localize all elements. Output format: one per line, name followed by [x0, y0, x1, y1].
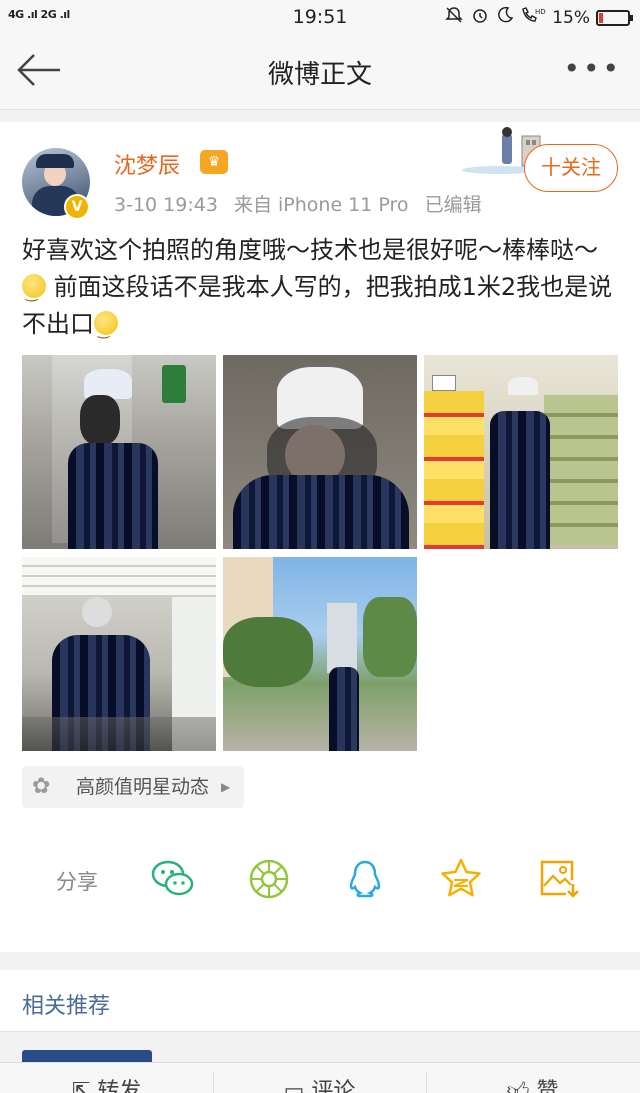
comment-button[interactable]: ▭ 评论 [213, 1073, 426, 1093]
save-image-button[interactable] [536, 856, 582, 902]
related-title: 相关推荐 [22, 994, 111, 1019]
smile-emoji-icon [22, 274, 46, 313]
smile-emoji-icon [94, 311, 118, 350]
post-photo-2[interactable] [223, 355, 417, 549]
share-qq-button[interactable] [342, 856, 388, 902]
mute-bell-icon [444, 5, 464, 30]
post-text-part1: 好喜欢这个拍照的角度哦～技术也是很好呢～棒棒哒～ [22, 236, 598, 264]
post-text: 好喜欢这个拍照的角度哦～技术也是很好呢～棒棒哒～ 前面这段话不是我本人写的，把我… [22, 232, 620, 350]
moon-icon [496, 6, 514, 29]
vip-crown-icon: ♛ [200, 150, 228, 174]
share-moments-button[interactable] [246, 856, 292, 902]
post-card: V 沈梦辰 ♛ 3-10 19:43 来自 iPhone 11 Pro 已编辑 … [0, 122, 640, 952]
comment-icon: ▭ [283, 1079, 312, 1093]
svg-text:HD: HD [535, 8, 546, 16]
repost-icon: ⇱ [71, 1079, 98, 1093]
status-bar: 4G .ıl 2G .ıl 19:51 HD 15% [0, 0, 640, 34]
post-photo-4[interactable] [22, 557, 216, 751]
thumb-up-icon: 👍︎ [506, 1079, 537, 1093]
follow-button[interactable]: 十关注 [524, 144, 618, 192]
post-source: 来自 iPhone 11 Pro [233, 194, 409, 216]
username[interactable]: 沈梦辰 [114, 148, 180, 180]
qq-icon [349, 860, 381, 898]
status-right: HD 15% [444, 5, 633, 30]
page-title: 微博正文 [267, 60, 372, 90]
topic-tag[interactable]: ✿ 高颜值明星动态 ▶ [22, 766, 245, 808]
verified-badge: V [64, 194, 90, 220]
share-qzone-button[interactable] [438, 856, 484, 902]
qzone-star-icon [441, 858, 481, 897]
post-photo-1[interactable] [22, 355, 216, 549]
battery-percent: 15% [552, 7, 590, 28]
like-label: 赞 [536, 1079, 559, 1093]
edited-label: 已编辑 [424, 194, 482, 216]
share-wechat-button[interactable] [150, 856, 196, 902]
moments-icon [249, 859, 289, 899]
topic-label: 高颜值明星动态 [76, 776, 210, 798]
flower-icon: ✿ [32, 774, 51, 799]
wechat-icon [151, 860, 194, 896]
battery-icon [596, 9, 633, 26]
more-options-button[interactable]: ••• [563, 52, 622, 85]
alarm-icon [470, 5, 490, 30]
share-label: 分享 [56, 870, 98, 894]
post-photo-3[interactable] [424, 355, 618, 549]
comment-label: 评论 [311, 1079, 356, 1093]
hd-call-icon: HD [520, 5, 546, 30]
repost-button[interactable]: ⇱ 转发 [0, 1073, 213, 1093]
repost-label: 转发 [97, 1079, 142, 1093]
save-image-icon [540, 860, 579, 898]
related-section-header: 相关推荐 [0, 970, 640, 1032]
bottom-action-bar: ⇱ 转发 ▭ 评论 👍︎ 赞 [0, 1062, 640, 1093]
post-meta: 3-10 19:43 来自 iPhone 11 Pro 已编辑 [114, 190, 492, 217]
navigation-bar: 微博正文 ••• [0, 34, 640, 110]
caret-right-icon: ▶ [221, 780, 231, 794]
related-thumbnail[interactable] [22, 1050, 152, 1062]
post-timestamp: 3-10 19:43 [114, 194, 218, 216]
post-photo-5[interactable] [223, 557, 417, 751]
like-button[interactable]: 👍︎ 赞 [426, 1073, 639, 1093]
